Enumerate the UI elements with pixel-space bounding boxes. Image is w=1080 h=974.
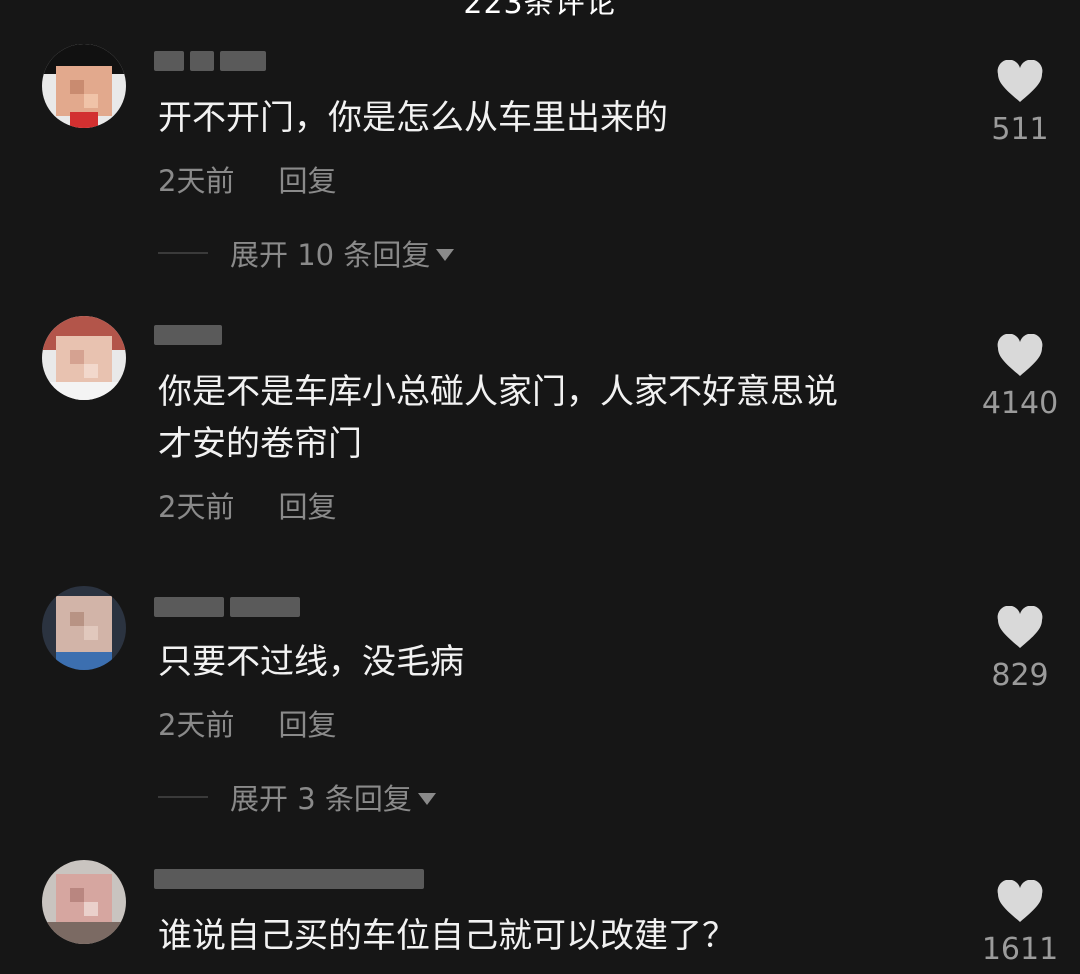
comment-text: 你是不是车库小总碰人家门，人家不好意思说 才安的卷帘门 [158,366,958,470]
username[interactable] [154,318,222,352]
reply-button[interactable]: 回复 [278,158,336,200]
expand-replies-button[interactable]: 展开 10 条回复 [158,232,455,274]
comment-text: 只要不过线，没毛病 [158,642,464,682]
comment-text-line: 你是不是车库小总碰人家门，人家不好意思说 [158,372,838,412]
reply-button[interactable]: 回复 [278,484,336,526]
expand-replies-button[interactable]: 展开 3 条回复 [158,776,436,818]
like-count: 829 [991,658,1049,693]
expand-replies-label: 展开 3 条回复 [230,782,412,816]
like-button[interactable]: 1611 [980,880,1060,967]
expand-replies-label: 展开 10 条回复 [230,238,431,272]
username[interactable] [154,44,266,78]
comment-time: 2天前 [158,708,235,742]
comment-text-line: 才安的卷帘门 [158,424,362,464]
divider [158,252,208,254]
comment-text: 开不开门，你是怎么从车里出来的 [158,98,668,138]
heart-icon [997,334,1043,376]
like-count: 1611 [981,932,1059,967]
heart-icon [997,880,1043,922]
comment-time: 2天前 [158,490,235,524]
comments-count-title: 223条评论 [463,0,617,21]
like-count: 511 [991,112,1049,147]
comment-meta: 2天前 回复 [158,702,336,744]
heart-icon [997,606,1043,648]
like-button[interactable]: 511 [980,60,1060,147]
reply-button[interactable]: 回复 [278,702,336,744]
username[interactable] [154,590,300,624]
avatar[interactable] [42,860,126,944]
avatar[interactable] [42,586,126,670]
comment-time: 2天前 [158,164,235,198]
username[interactable] [154,862,424,896]
heart-icon [997,60,1043,102]
caret-down-icon [417,793,436,805]
avatar[interactable] [42,316,126,400]
comment-meta: 2天前 回复 [158,158,336,200]
comment-meta: 2天前 回复 [158,484,336,526]
avatar[interactable] [42,44,126,128]
comment-text: 谁说自己买的车位自己就可以改建了？ [158,916,736,956]
like-button[interactable]: 4140 [980,334,1060,421]
like-count: 4140 [981,386,1059,421]
caret-down-icon [436,249,455,261]
divider [158,796,208,798]
like-button[interactable]: 829 [980,606,1060,693]
